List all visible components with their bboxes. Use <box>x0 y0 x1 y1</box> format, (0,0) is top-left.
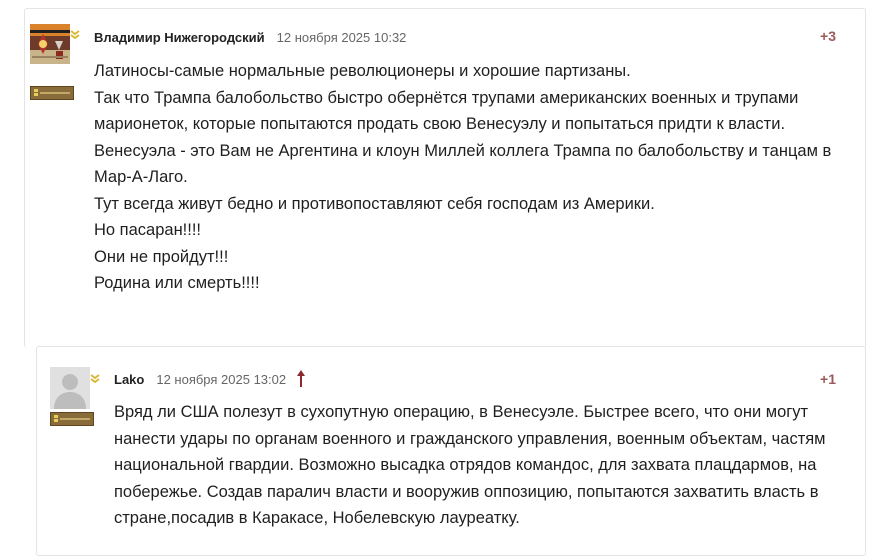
rank-bar <box>30 86 74 100</box>
comment-date[interactable]: 12 ноября 2025 13:02 <box>156 372 286 387</box>
comment-paragraph: Вряд ли США полезут в сухопутную операци… <box>114 403 826 527</box>
reply-comment: Lako 12 ноября 2025 13:02 +1 Вряд ли США… <box>36 346 866 556</box>
comment-paragraph: Венесуэла - это Вам не Аргентина и клоун… <box>94 141 832 187</box>
rank-chevron-icon <box>70 26 80 40</box>
user-avatar-medal-image[interactable] <box>30 24 70 64</box>
comment-paragraph: Но пасаран!!!! <box>94 221 202 239</box>
comment-paragraph: Латиносы-самые нормальные революционеры … <box>94 62 631 80</box>
comment-paragraph: Родина или смерть!!!! <box>94 274 260 292</box>
author-name[interactable]: Lako <box>114 372 144 387</box>
comment-score: +3 <box>820 28 836 44</box>
comment-score: +1 <box>820 371 836 387</box>
comment-paragraph: Так что Трампа балобольство быстро оберн… <box>94 88 799 134</box>
rank-bar <box>50 412 94 426</box>
comment-date[interactable]: 12 ноября 2025 10:32 <box>277 30 407 45</box>
comment-meta: Владимир Нижегородский 12 ноября 2025 10… <box>94 27 406 47</box>
arrow-up-icon[interactable] <box>296 370 306 388</box>
comment-body: Латиносы-самые нормальные революционеры … <box>94 58 854 297</box>
comment: Владимир Нижегородский 12 ноября 2025 10… <box>24 8 866 348</box>
comment-meta: Lako 12 ноября 2025 13:02 <box>114 369 306 389</box>
default-user-silhouette-icon[interactable] <box>50 367 90 409</box>
comment-paragraph: Тут всегда живут бедно и противопоставля… <box>94 194 655 213</box>
rank-chevron-icon <box>90 370 100 384</box>
author-name[interactable]: Владимир Нижегородский <box>94 30 265 45</box>
comments-page: Владимир Нижегородский 12 ноября 2025 10… <box>0 0 872 560</box>
comment-body: Вряд ли США полезут в сухопутную операци… <box>114 399 849 532</box>
comment-paragraph: Они не пройдут!!! <box>94 247 229 266</box>
